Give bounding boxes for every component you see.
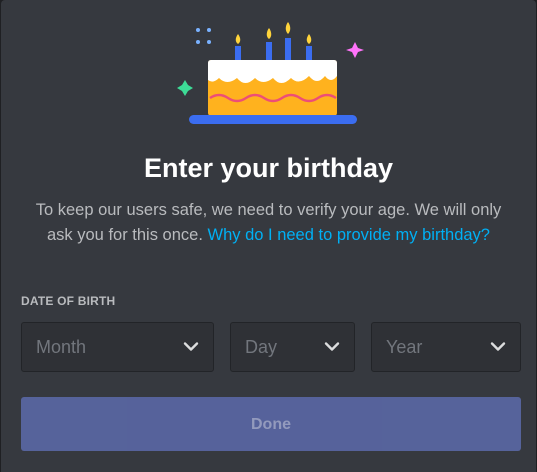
done-button[interactable]: Done xyxy=(21,397,521,451)
year-placeholder: Year xyxy=(386,337,423,357)
chevron-down-icon xyxy=(183,342,199,351)
chevron-down-icon xyxy=(490,342,506,351)
page-title: Enter your birthday xyxy=(143,153,394,183)
year-select[interactable]: Year xyxy=(371,322,521,372)
day-placeholder: Day xyxy=(245,337,278,357)
sparkle-pink-icon xyxy=(346,42,364,58)
candles-icon xyxy=(235,22,312,60)
day-select[interactable]: Day xyxy=(230,322,355,372)
sparkle-green-icon xyxy=(177,80,193,96)
date-of-birth-label: DATE OF BIRTH xyxy=(21,294,116,308)
month-select[interactable]: Month xyxy=(21,322,214,372)
month-placeholder: Month xyxy=(36,337,87,357)
help-link[interactable]: Why do I need to provide my birthday? xyxy=(208,226,490,244)
chevron-down-icon xyxy=(324,342,340,351)
description-text: To keep our users safe, we need to verif… xyxy=(21,198,516,248)
birthday-modal: Enter your birthday To keep our users sa… xyxy=(1,0,536,472)
birthday-cake-icon xyxy=(177,22,364,124)
sparkle-dots-icon xyxy=(196,28,211,44)
